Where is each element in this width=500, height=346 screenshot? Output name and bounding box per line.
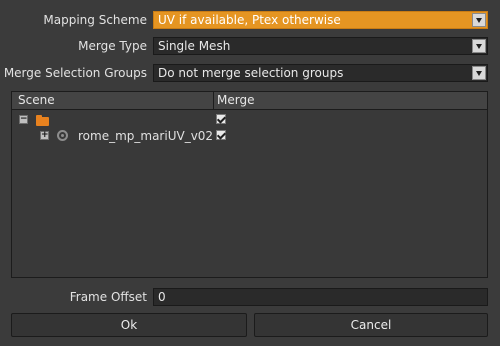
- scene-tree[interactable]: Scene Merge − + rome_mp_mariUV_v02: [11, 91, 488, 278]
- ok-button[interactable]: Ok: [11, 313, 247, 337]
- merge-type-label: Merge Type: [78, 39, 147, 53]
- chevron-down-icon[interactable]: [472, 39, 486, 53]
- expand-icon[interactable]: +: [40, 131, 49, 140]
- chevron-down-icon[interactable]: [472, 66, 486, 80]
- merge-selection-groups-label: Merge Selection Groups: [3, 66, 147, 80]
- merge-checkbox[interactable]: [216, 114, 226, 124]
- mapping-scheme-select[interactable]: UV if available, Ptex otherwise: [153, 11, 488, 29]
- mapping-scheme-value: UV if available, Ptex otherwise: [158, 13, 341, 27]
- object-label: rome_mp_mariUV_v02: [78, 129, 214, 143]
- frame-offset-label: Frame Offset: [69, 290, 147, 304]
- tree-row[interactable]: + rome_mp_mariUV_v02: [12, 129, 487, 143]
- object-icon: [57, 130, 68, 141]
- merge-checkbox[interactable]: [216, 130, 226, 140]
- tree-header: Scene Merge: [12, 92, 487, 110]
- collapse-icon[interactable]: −: [19, 115, 28, 124]
- merge-selection-groups-select[interactable]: Do not merge selection groups: [153, 64, 488, 82]
- scene-column-header[interactable]: Scene: [18, 92, 55, 109]
- folder-icon: [36, 115, 49, 126]
- merge-column-header[interactable]: Merge: [217, 92, 254, 109]
- cancel-button[interactable]: Cancel: [254, 313, 488, 337]
- column-divider[interactable]: [213, 92, 214, 110]
- merge-selection-groups-value: Do not merge selection groups: [158, 66, 344, 80]
- merge-type-value: Single Mesh: [158, 39, 231, 53]
- mapping-scheme-label: Mapping Scheme: [43, 13, 147, 27]
- merge-type-select[interactable]: Single Mesh: [153, 37, 488, 55]
- frame-offset-input[interactable]: 0: [153, 288, 488, 306]
- tree-row[interactable]: −: [12, 113, 487, 127]
- chevron-down-icon[interactable]: [472, 13, 486, 27]
